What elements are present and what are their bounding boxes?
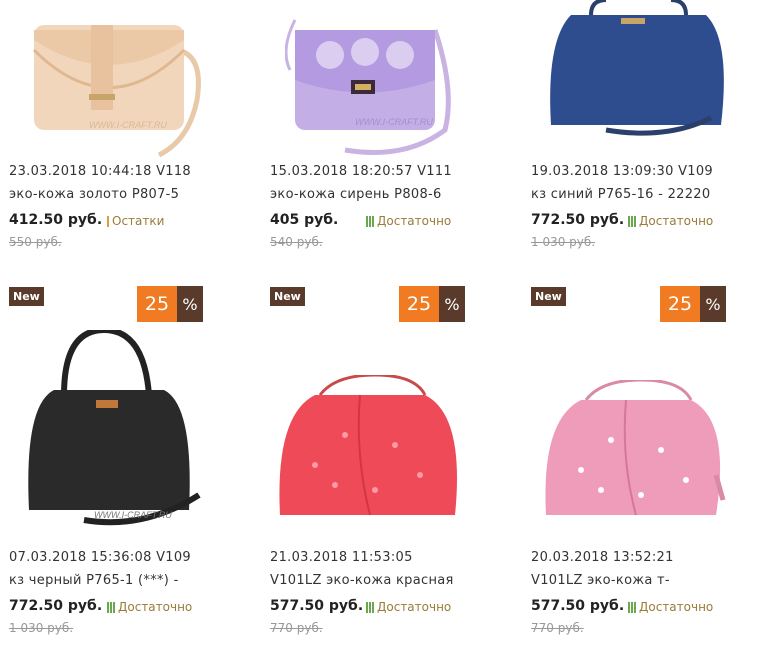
product-price: 405 руб. [270,212,339,228]
discount-value: 25 [660,286,700,322]
product-title-line2[interactable]: эко-кожа сирень P808-6 [270,184,520,205]
stock-label: Достаточно [377,600,452,614]
product-price: 577.50 руб. [270,598,364,614]
stock-bars-icon [628,601,636,613]
discount-value: 25 [137,286,177,322]
watermark-text: WWW.I-CRAFT.RU [94,510,172,520]
product-price: 772.50 руб. [531,212,625,228]
old-price: 770 руб. [270,621,323,635]
product-title-line2[interactable]: кз черный P765-1 (***) - [9,570,259,591]
percent-sign: % [439,286,465,322]
stock-label: Остатки [112,214,165,228]
product-title-line2[interactable]: кз синий P765-16 - 22220 [531,184,760,205]
new-badge: New [531,287,566,306]
watermark-text: WWW.I-CRAFT.RU [89,120,167,130]
product-image[interactable] [546,0,746,180]
watermark-text: WWW.I-CRAFT.RU [355,117,433,127]
stock-label: Достаточно [639,600,714,614]
old-price: 770 руб. [531,621,584,635]
product-title-line1[interactable]: 20.03.2018 13:52:21 [531,547,760,568]
product-price: 772.50 руб. [9,598,103,614]
new-badge: New [270,287,305,306]
stock-label: Достаточно [639,214,714,228]
stock-bars-icon [366,601,374,613]
old-price: 550 руб. [9,235,62,249]
product-title-line2[interactable]: V101LZ эко-кожа красная [270,570,520,591]
product-title-line1[interactable]: 23.03.2018 10:44:18 V118 [9,161,259,182]
stock-status: Достаточно [628,214,713,228]
product-title-line1[interactable]: 19.03.2018 13:09:30 V109 [531,161,760,182]
stock-bars-icon [366,215,374,227]
stock-bars-icon [628,215,636,227]
product-title-line1[interactable]: 07.03.2018 15:36:08 V109 [9,547,259,568]
discount-badge: 25 % [399,286,465,322]
product-image[interactable]: WWW.I-CRAFT.RU [24,330,224,526]
stock-status: Достаточно [107,600,192,614]
stock-bars-icon [107,215,109,227]
product-image[interactable] [275,375,475,555]
product-title-line1[interactable]: 15.03.2018 18:20:57 V111 [270,161,520,182]
old-price: 1 030 руб. [531,235,596,249]
discount-badge: 25 % [137,286,203,322]
discount-badge: 25 % [660,286,726,322]
discount-value: 25 [399,286,439,322]
stock-label: Достаточно [377,214,452,228]
stock-status: Достаточно [366,214,451,228]
product-image[interactable] [541,380,741,560]
percent-sign: % [700,286,726,322]
old-price: 540 руб. [270,235,323,249]
percent-sign: % [177,286,203,322]
product-price: 412.50 руб. [9,212,103,228]
stock-bars-icon [107,601,115,613]
product-title-line2[interactable]: эко-кожа золото P807-5 [9,184,259,205]
stock-status: Достаточно [628,600,713,614]
product-title-line2[interactable]: V101LZ эко-кожа т- [531,570,760,591]
old-price: 1 030 руб. [9,621,74,635]
stock-label: Достаточно [118,600,193,614]
stock-status: Достаточно [366,600,451,614]
new-badge: New [9,287,44,306]
product-price: 577.50 руб. [531,598,625,614]
stock-status: Остатки [107,214,164,228]
product-title-line1[interactable]: 21.03.2018 11:53:05 [270,547,520,568]
